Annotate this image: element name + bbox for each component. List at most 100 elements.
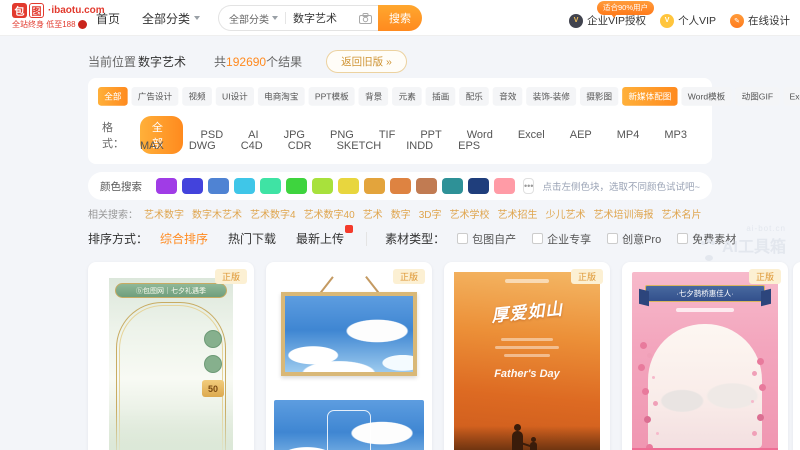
- category-chip[interactable]: 广告设计: [132, 87, 179, 106]
- color-swatch[interactable]: [494, 178, 515, 194]
- format-option[interactable]: AEP: [570, 129, 592, 141]
- checkbox-icon[interactable]: [532, 233, 543, 244]
- sort-option-newest[interactable]: 最新上传: [296, 230, 344, 247]
- category-chip[interactable]: Word模板: [682, 87, 732, 106]
- result-count-number: 192690: [226, 55, 266, 69]
- search-category-dropdown[interactable]: 全部分类: [229, 11, 278, 26]
- color-search-hint: 点击左侧色块，选取不同颜色试试吧~: [542, 179, 700, 193]
- color-swatch[interactable]: [260, 178, 281, 194]
- format-option[interactable]: MAX: [140, 140, 164, 152]
- category-chip[interactable]: 装饰-装修: [527, 87, 577, 106]
- category-chip-new-media[interactable]: 新媒体配图: [622, 87, 677, 106]
- category-chip[interactable]: 摄影图: [580, 87, 618, 106]
- category-chip[interactable]: 插画: [426, 87, 456, 106]
- related-link[interactable]: 3D字: [419, 206, 442, 221]
- site-logo[interactable]: 包 图 ·ibaotu.com 全站终身 低至188: [12, 3, 105, 30]
- nav-home[interactable]: 首页: [96, 10, 120, 27]
- format-option[interactable]: MP3: [664, 129, 687, 141]
- color-swatch[interactable]: [442, 178, 463, 194]
- camera-search-icon[interactable]: [359, 13, 372, 24]
- filter-checkbox-enterprise[interactable]: 企业专享: [532, 231, 591, 247]
- ai-toolbox-watermark: ai-bot.cn AI工具箱: [701, 224, 786, 257]
- sort-option-popular[interactable]: 热门下载: [228, 230, 276, 247]
- related-link[interactable]: 艺术: [363, 206, 383, 221]
- filter-checkbox-self-produced[interactable]: 包图自产: [457, 231, 516, 247]
- related-link[interactable]: 艺术学校: [449, 206, 489, 221]
- new-badge-icon: [345, 225, 353, 233]
- checkbox-icon[interactable]: [607, 233, 618, 244]
- related-link[interactable]: 艺术数字: [144, 206, 184, 221]
- color-search-label: 颜色搜索: [100, 179, 142, 194]
- color-search-panel: 颜色搜索 ••• 点击左侧色块，选取不同颜色试试吧~: [88, 172, 712, 200]
- format-option[interactable]: C4D: [241, 140, 263, 152]
- format-option[interactable]: SKETCH: [337, 140, 382, 152]
- related-link[interactable]: 数字: [391, 206, 411, 221]
- search-button[interactable]: 搜索: [378, 5, 422, 31]
- color-swatch[interactable]: [468, 178, 489, 194]
- material-type-label: 素材类型：: [385, 230, 445, 247]
- related-link[interactable]: 艺术培训海报: [593, 206, 653, 221]
- checkbox-icon[interactable]: [677, 233, 688, 244]
- poster-side-tags: 50: [202, 330, 224, 397]
- related-link[interactable]: 数字木艺术: [192, 206, 242, 221]
- category-chip[interactable]: UI设计: [216, 87, 254, 106]
- personal-vip-link[interactable]: V 个人VIP: [660, 13, 716, 28]
- asset-card-qixi-green[interactable]: 正版 ⓑ包图网｜七夕礼遇季 50: [88, 262, 254, 450]
- format-option[interactable]: Excel: [518, 129, 545, 141]
- related-link[interactable]: 少儿艺术: [545, 206, 585, 221]
- more-colors-button[interactable]: •••: [523, 178, 534, 194]
- filter-checkbox-pro[interactable]: 创意Pro: [607, 231, 661, 247]
- search-input[interactable]: [293, 12, 359, 24]
- category-chip[interactable]: 背景: [359, 87, 389, 106]
- asset-card-partial[interactable]: [793, 262, 800, 450]
- category-chip[interactable]: 音效: [493, 87, 523, 106]
- format-option[interactable]: DWG: [189, 140, 216, 152]
- asset-card-qixi-pink[interactable]: 正版 ·七夕鹊桥惠佳人· 20 七夕活动福利: [622, 262, 788, 450]
- search-bar[interactable]: 全部分类: [218, 5, 378, 31]
- logo-square-2: 图: [29, 3, 44, 18]
- category-chip[interactable]: PPT模板: [309, 87, 355, 106]
- format-option[interactable]: MP4: [617, 129, 640, 141]
- related-link[interactable]: 艺术数字4: [250, 206, 296, 221]
- category-chip[interactable]: Excel模板: [783, 87, 800, 106]
- color-swatch[interactable]: [416, 178, 437, 194]
- color-swatch[interactable]: [312, 178, 333, 194]
- asset-card-sky-clouds[interactable]: 正版: [266, 262, 432, 450]
- category-chip-all[interactable]: 全部: [98, 87, 128, 106]
- licensed-badge: 正版: [215, 269, 247, 284]
- online-design-icon: ✎: [730, 14, 744, 28]
- related-link[interactable]: 艺术名片: [661, 206, 701, 221]
- enterprise-vip-link[interactable]: V 企业VIP授权: [569, 13, 646, 28]
- color-swatch[interactable]: [208, 178, 229, 194]
- page: 包 图 ·ibaotu.com 全站终身 低至188 首页 全部分类 更多 全部…: [0, 0, 800, 450]
- blossom-cluster: [757, 358, 764, 365]
- category-chip[interactable]: 电商淘宝: [258, 87, 305, 106]
- breadcrumb: 当前位置 数字艺术 共192690个结果 返回旧版 »: [88, 50, 407, 73]
- sort-option-comprehensive[interactable]: 综合排序: [160, 230, 208, 247]
- category-chip-row: 全部 广告设计 视频 UI设计 电商淘宝 PPT模板 背景 元素 插画 配乐 音…: [98, 87, 714, 106]
- category-chip[interactable]: 视频: [182, 87, 212, 106]
- online-design-link[interactable]: ✎ 在线设计: [730, 13, 790, 28]
- format-option[interactable]: EPS: [458, 140, 480, 152]
- category-chip[interactable]: 动图GIF: [735, 87, 779, 106]
- category-chip[interactable]: 元素: [392, 87, 422, 106]
- related-link[interactable]: 艺术数字40: [304, 206, 355, 221]
- back-to-old-version-button[interactable]: 返回旧版 »: [326, 50, 407, 73]
- color-swatch[interactable]: [286, 178, 307, 194]
- nav-all-categories[interactable]: 全部分类: [142, 10, 200, 27]
- color-swatch[interactable]: [390, 178, 411, 194]
- sort-option-newest-label: 最新上传: [296, 232, 344, 246]
- color-swatch[interactable]: [156, 178, 177, 194]
- format-option[interactable]: CDR: [288, 140, 312, 152]
- color-swatch[interactable]: [182, 178, 203, 194]
- logo-square-1: 包: [12, 3, 27, 18]
- color-swatch[interactable]: [364, 178, 385, 194]
- checkbox-icon[interactable]: [457, 233, 468, 244]
- color-swatch[interactable]: [338, 178, 359, 194]
- asset-card-fathers-day[interactable]: 正版 厚爱如山 Father's Day: [444, 262, 610, 450]
- color-swatch[interactable]: [234, 178, 255, 194]
- related-link[interactable]: 艺术招生: [497, 206, 537, 221]
- format-option[interactable]: INDD: [406, 140, 433, 152]
- search-divider: [285, 12, 286, 24]
- category-chip[interactable]: 配乐: [459, 87, 489, 106]
